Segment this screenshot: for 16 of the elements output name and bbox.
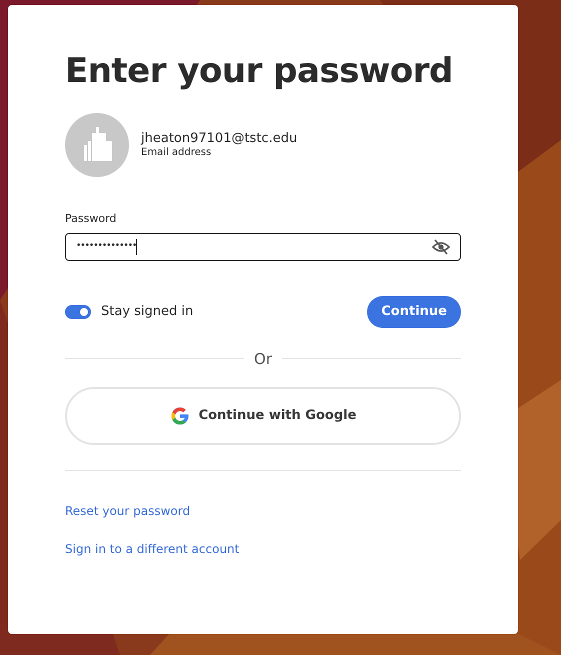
email-text: jheaton97101@tstc.edu — [141, 131, 298, 147]
stay-signed-in-toggle[interactable] — [65, 304, 91, 318]
avatar-building-icon — [65, 113, 129, 177]
page-title: Enter your password — [65, 50, 454, 93]
password-field[interactable]: •••••••••••••• — [65, 232, 461, 260]
stay-signed-in-label: Stay signed in — [101, 302, 194, 321]
password-label: Password — [65, 211, 118, 227]
text-link[interactable]: Reset your password — [65, 502, 190, 520]
google-sign-in-button[interactable]: Continue with Google — [65, 387, 461, 445]
google-g-icon — [170, 406, 190, 426]
password-value: •••••••••••••• — [76, 240, 136, 253]
hidden-eye-icon[interactable] — [432, 238, 450, 254]
or-divider-text: Or — [253, 348, 273, 370]
email-caption: Email address — [141, 147, 212, 159]
text-link[interactable]: Sign in to a different account — [65, 540, 240, 558]
continue-button[interactable]: Continue — [367, 296, 461, 328]
